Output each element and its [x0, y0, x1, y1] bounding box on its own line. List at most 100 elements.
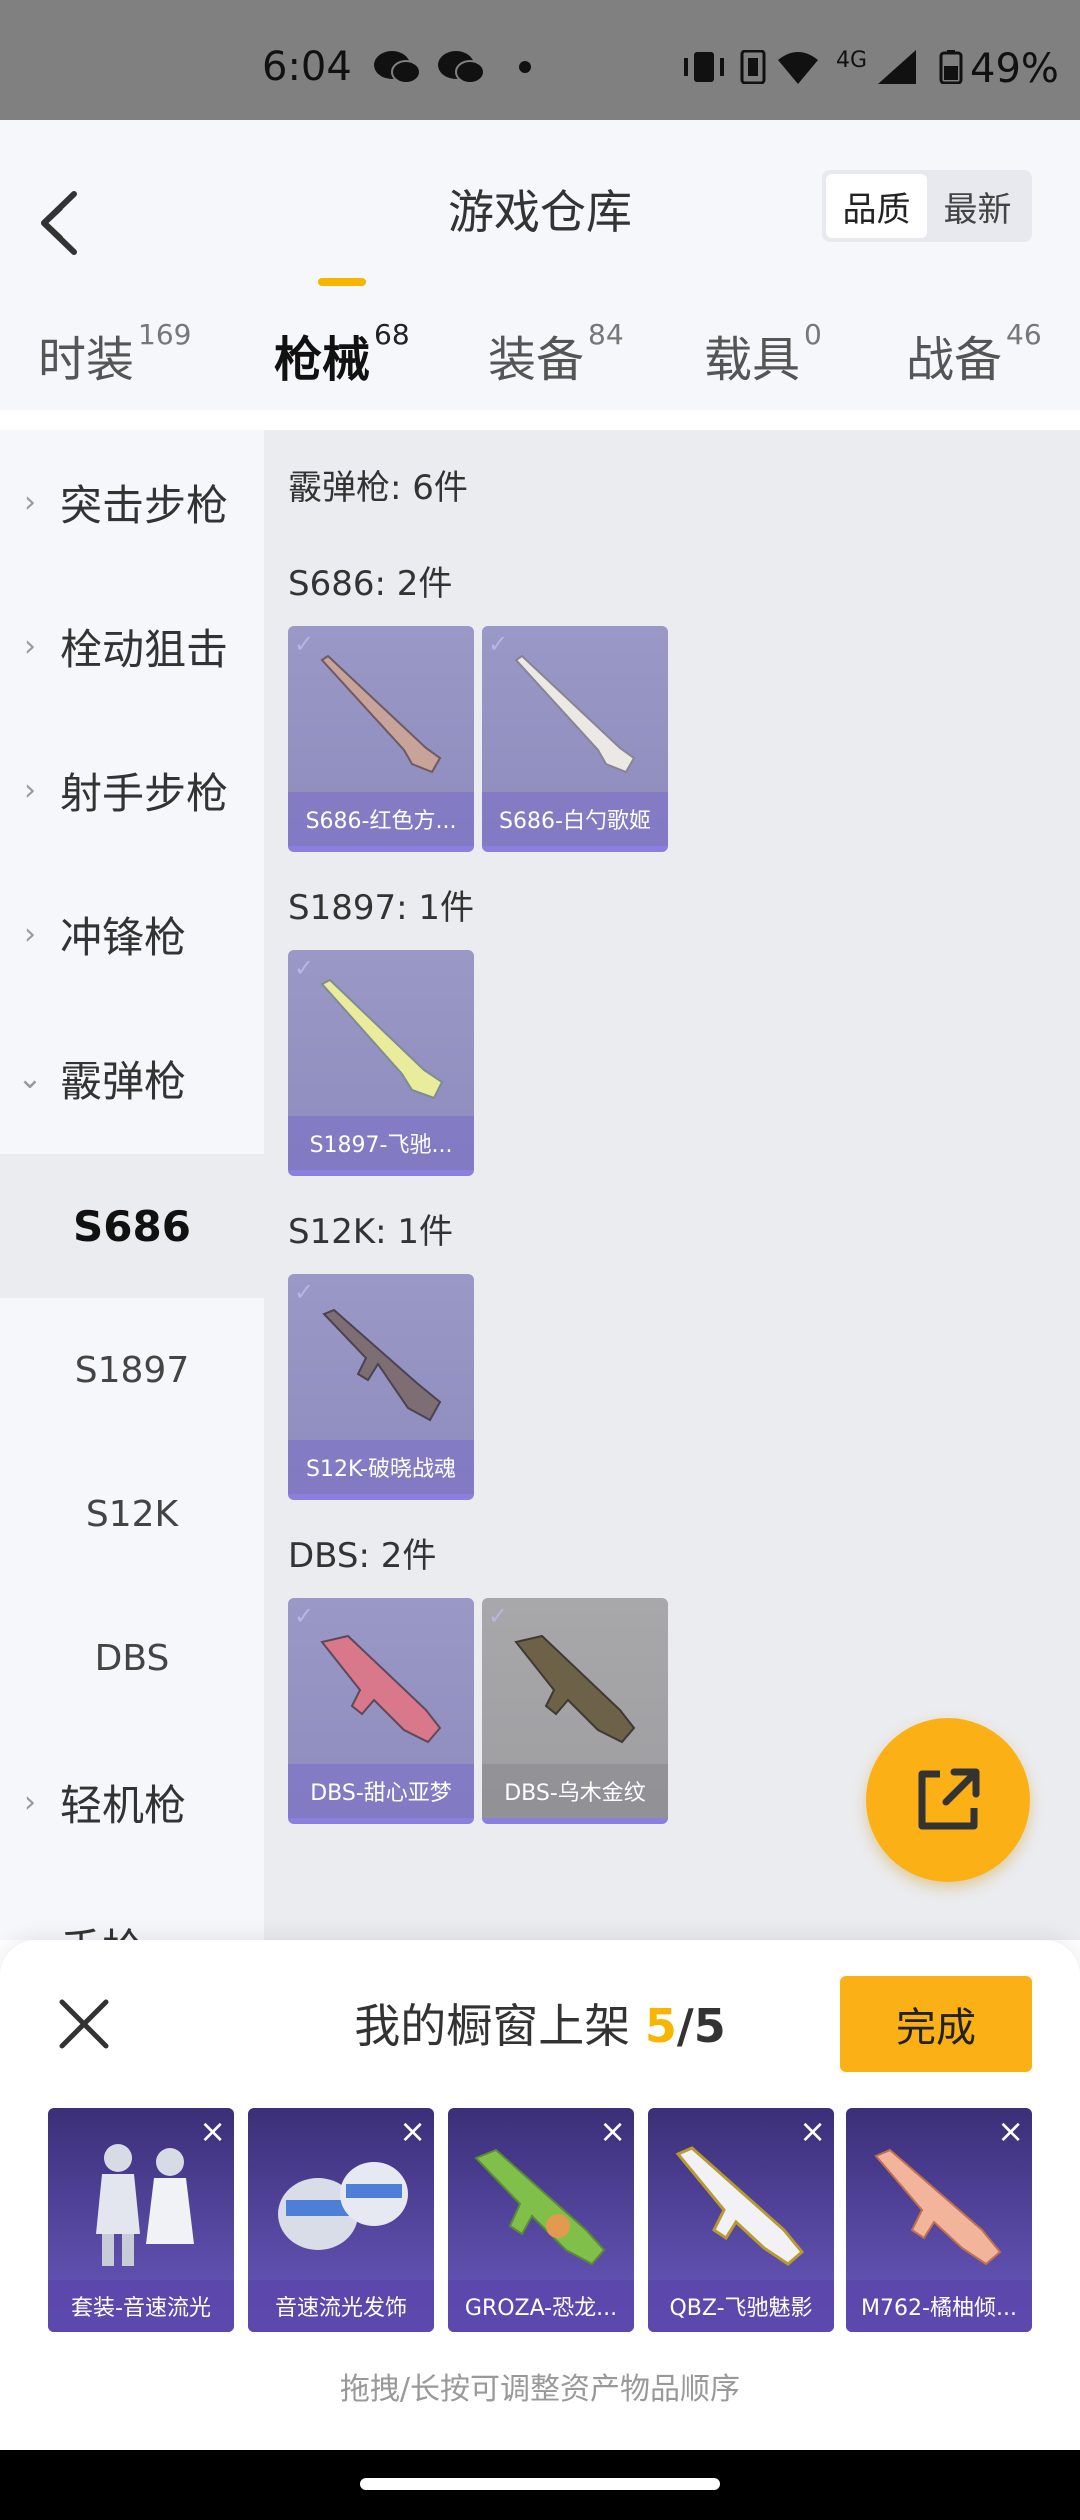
item-label: DBS-乌木金纹 [482, 1764, 668, 1818]
category-label: 轻机枪 [60, 1780, 187, 1830]
helmet-icon [278, 2162, 408, 2250]
chevron-right-icon: › [24, 916, 36, 952]
tab-label: 载具 [704, 332, 801, 388]
sidebar-sub-s12k[interactable]: S12K [0, 1442, 264, 1586]
tab-count: 0 [804, 318, 822, 351]
group-title: S12K: 1件 [288, 1212, 454, 1252]
tab-supplies[interactable]: 战备 46 [906, 318, 1042, 390]
tab-count: 84 [588, 318, 624, 351]
showcase-item[interactable]: × 音速流光发饰 [248, 2108, 434, 2332]
showcase-item[interactable]: × M762-橘柚倾... [846, 2108, 1032, 2332]
wechat-icon [374, 51, 421, 84]
shotgun-icon [514, 1634, 636, 1744]
battery-percent: 49% [970, 46, 1059, 92]
item-card[interactable]: ✓ DBS-乌木金纹 [482, 1598, 668, 1824]
showcase-item-label: 套装-音速流光 [48, 2280, 234, 2332]
group-title: S1897: 1件 [288, 888, 475, 928]
showcase-item-label: GROZA-恐龙... [448, 2280, 634, 2332]
tab-guns[interactable]: 枪械 68 [274, 318, 410, 390]
item-label: DBS-甜心亚梦 [288, 1764, 474, 1818]
tab-label: 装备 [488, 332, 585, 388]
reorder-hint: 拖拽/长按可调整资产物品顺序 [339, 2372, 741, 2407]
outfit-icon [96, 2144, 194, 2266]
chevron-right-icon: › [24, 484, 36, 520]
item-card[interactable]: ✓ S1897-飞驰... [288, 950, 474, 1176]
item-card[interactable]: ✓ S12K-破晓战魂 [288, 1274, 474, 1500]
home-indicator[interactable] [360, 2478, 720, 2490]
wifi-icon [778, 52, 818, 84]
showcase-title-text: 我的橱窗上架 [354, 1999, 645, 2053]
item-card[interactable]: ✓ S686-红色方... [288, 626, 474, 852]
summary-title: 霰弹枪: 6件 [288, 468, 468, 508]
category-label: 栓动狙击 [60, 624, 229, 674]
chevron-right-icon: › [24, 772, 36, 808]
status-bar: 6:04 4G 49% [0, 0, 1080, 120]
sidebar-category[interactable]: › 射手步枪 [0, 718, 264, 862]
tab-label: 战备 [906, 332, 1003, 388]
item-grid: 霰弹枪: 6件 S686: 2件 ✓ S686-红色方... ✓ S686-白勺… [264, 430, 1080, 1940]
sort-newest-button[interactable]: 最新 [927, 174, 1028, 238]
item-label: S12K-破晓战魂 [288, 1440, 474, 1494]
sidebar-category[interactable]: › 冲锋枪 [0, 862, 264, 1006]
status-time: 6:04 [262, 44, 352, 90]
active-tab-indicator [318, 278, 366, 286]
vibrate-icon [684, 52, 724, 82]
tab-label: 枪械 [274, 332, 371, 388]
shotgun-icon [320, 978, 444, 1100]
rifle-icon [675, 2146, 805, 2266]
sort-quality-button[interactable]: 品质 [826, 174, 927, 238]
sidebar-sub-s686[interactable]: S686 [0, 1154, 264, 1298]
showcase-item[interactable]: × GROZA-恐龙... [448, 2108, 634, 2332]
rifle-icon [474, 2148, 606, 2266]
chevron-down-icon: ⌄ [17, 1060, 43, 1096]
tab-count: 46 [1006, 318, 1042, 351]
showcase-item[interactable]: × 套装-音速流光 [48, 2108, 234, 2332]
group-title: DBS: 2件 [288, 1536, 437, 1576]
tab-vehicles[interactable]: 载具 0 [704, 318, 822, 390]
share-button[interactable] [866, 1718, 1030, 1882]
showcase-item[interactable]: × QBZ-飞驰魅影 [648, 2108, 834, 2332]
showcase-item-label: QBZ-飞驰魅影 [648, 2280, 834, 2332]
tab-label: 时装 [38, 332, 135, 388]
system-nav-bar [0, 2450, 1080, 2520]
showcase-panel: 我的橱窗上架 5/5 完成 × 套装-音速流光 × 音速流光发饰 × GROZA… [0, 1940, 1080, 2450]
wechat-icon-2 [438, 51, 485, 84]
item-card[interactable]: ✓ S686-白勺歌姬 [482, 626, 668, 852]
signal-icon [878, 50, 916, 84]
sidebar-category[interactable]: › 突击步枪 [0, 430, 264, 574]
showcase-item-label: M762-橘柚倾... [846, 2280, 1032, 2332]
sidebar-category-expanded[interactable]: ⌄ 霰弹枪 [0, 1006, 264, 1150]
chevron-right-icon: › [24, 628, 36, 664]
shotgun-icon [320, 654, 442, 774]
shotgun-icon [320, 1634, 442, 1744]
battery-icon [939, 50, 963, 84]
item-label: S686-白勺歌姬 [482, 792, 668, 846]
tab-count: 68 [374, 318, 410, 351]
share-icon [918, 1768, 980, 1830]
sidebar-category[interactable]: › 轻机枪 [0, 1730, 264, 1874]
done-button[interactable]: 完成 [840, 1976, 1032, 2072]
item-card[interactable]: ✓ DBS-甜心亚梦 [288, 1598, 474, 1824]
tab-fashion[interactable]: 时装 169 [38, 318, 191, 390]
category-label: 突击步枪 [60, 480, 229, 530]
chevron-right-icon: › [0, 1929, 60, 1941]
sidebar-sub-dbs[interactable]: DBS [0, 1586, 264, 1730]
category-label: 冲锋枪 [60, 912, 187, 962]
item-label: S1897-飞驰... [288, 1116, 474, 1170]
item-label: S686-红色方... [288, 792, 474, 846]
sort-toggle: 品质 最新 [822, 170, 1032, 242]
category-tabs: 时装 169 枪械 68 装备 84 载具 0 战备 46 [0, 318, 1080, 410]
tab-equipment[interactable]: 装备 84 [488, 318, 624, 390]
category-label: 霰弹枪 [60, 1056, 187, 1106]
category-label: 手枪 [60, 1916, 144, 1941]
dot-icon [519, 61, 531, 73]
network-label: 4G [836, 48, 868, 73]
sidebar-category[interactable]: › 栓动狙击 [0, 574, 264, 718]
sim-icon [740, 50, 766, 84]
sidebar-category[interactable]: ›手枪 [0, 1874, 264, 1941]
group-title: S686: 2件 [288, 564, 453, 604]
sidebar-sub-s1897[interactable]: S1897 [0, 1298, 264, 1442]
category-label: 射手步枪 [60, 768, 229, 818]
sidebar: › 突击步枪 › 栓动狙击 › 射手步枪 › 冲锋枪 ⌄ 霰弹枪 S686 S1897 S… [0, 430, 264, 1940]
rifle-icon [874, 2148, 1002, 2266]
